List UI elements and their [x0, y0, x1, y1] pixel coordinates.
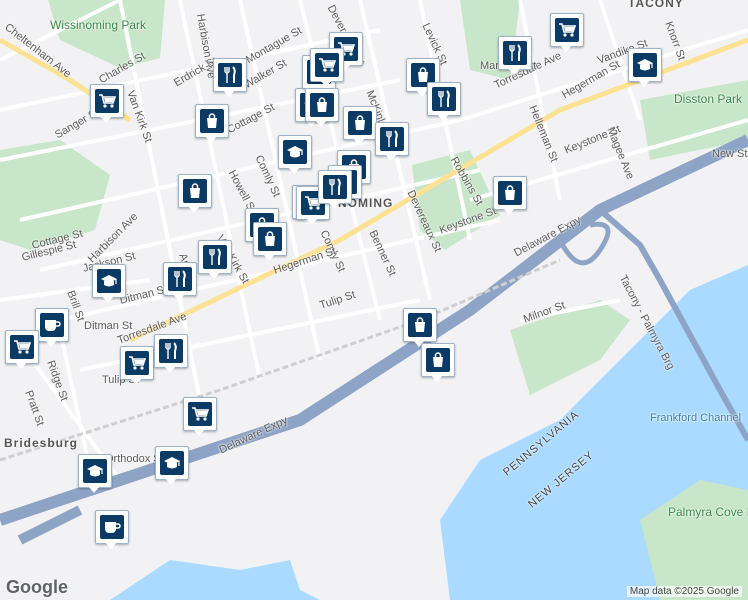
restaurant-icon — [503, 41, 527, 65]
grocery-cart-icon — [188, 402, 212, 426]
school-icon — [633, 53, 657, 77]
school-icon — [283, 140, 307, 164]
map-label-park: Disston Park — [674, 92, 743, 106]
map-marker-grocery-cart[interactable] — [183, 397, 217, 437]
map-marker-coffee[interactable] — [95, 510, 129, 550]
map-marker-restaurant[interactable] — [198, 240, 232, 280]
shopping-bag-icon — [426, 348, 450, 372]
restaurant-icon — [203, 245, 227, 269]
map-marker-shopping-bag[interactable] — [195, 104, 229, 144]
map-label-road: Ditman St — [84, 320, 133, 332]
grocery-cart-icon — [125, 351, 149, 375]
map-marker-school[interactable] — [78, 454, 112, 494]
map-marker-shopping-bag[interactable] — [178, 174, 212, 214]
map-marker-coffee[interactable] — [35, 308, 69, 348]
map-label-road: New St — [712, 148, 748, 160]
shopping-bag-icon — [310, 93, 334, 117]
grocery-cart-icon — [95, 89, 119, 113]
shopping-bag-icon — [200, 109, 224, 133]
map-marker-grocery-cart[interactable] — [550, 13, 584, 53]
restaurant-icon — [380, 127, 404, 151]
map-marker-school[interactable] — [628, 48, 662, 88]
google-logo: Google — [6, 577, 68, 597]
map-label-area: Bridesburg — [4, 436, 79, 450]
restaurant-icon — [432, 87, 456, 111]
map-marker-shopping-bag[interactable] — [403, 308, 437, 348]
map-marker-restaurant[interactable] — [427, 82, 461, 122]
map-marker-restaurant[interactable] — [498, 36, 532, 76]
map-marker-restaurant[interactable] — [318, 170, 352, 210]
school-icon — [160, 451, 184, 475]
school-icon — [97, 269, 121, 293]
coffee-icon — [100, 515, 124, 539]
restaurant-icon — [218, 63, 242, 87]
map-marker-shopping-bag[interactable] — [253, 222, 287, 262]
shopping-bag-icon — [348, 111, 372, 135]
map-marker-grocery-cart[interactable] — [120, 346, 154, 386]
map-label-park: Palmyra Cove Nature Park — [668, 505, 748, 519]
school-icon — [83, 459, 107, 483]
map-marker-school[interactable] — [92, 264, 126, 304]
map-marker-restaurant[interactable] — [213, 58, 247, 98]
shopping-bag-icon — [408, 313, 432, 337]
map-marker-restaurant[interactable] — [154, 334, 188, 374]
map-marker-grocery-cart[interactable] — [310, 48, 344, 88]
grocery-cart-icon — [555, 18, 579, 42]
map-marker-school[interactable] — [278, 135, 312, 175]
map-marker-restaurant[interactable] — [375, 122, 409, 162]
map-marker-school[interactable] — [155, 446, 189, 486]
map-marker-restaurant[interactable] — [163, 262, 197, 302]
restaurant-icon — [168, 267, 192, 291]
map-marker-shopping-bag[interactable] — [493, 176, 527, 216]
map-label-water: Frankford Channel — [650, 412, 742, 424]
map-canvas[interactable]: Wissinoming Park TACONY NOMING Disston Park… — [0, 0, 748, 600]
map-marker-shopping-bag[interactable] — [421, 343, 455, 383]
map-marker-grocery-cart[interactable] — [5, 330, 39, 370]
map-marker-grocery-cart[interactable] — [90, 84, 124, 124]
map-marker-shopping-bag[interactable] — [343, 106, 377, 146]
shopping-bag-icon — [498, 181, 522, 205]
grocery-cart-icon — [315, 53, 339, 77]
map-attribution: Map data ©2025 Google — [626, 586, 742, 597]
restaurant-icon — [323, 175, 347, 199]
grocery-cart-icon — [10, 335, 34, 359]
shopping-bag-icon — [258, 227, 282, 251]
map-marker-shopping-bag[interactable] — [305, 88, 339, 128]
map-label-park: Wissinoming Park — [50, 18, 147, 32]
restaurant-icon — [159, 339, 183, 363]
coffee-icon — [40, 313, 64, 337]
shopping-bag-icon — [183, 179, 207, 203]
map-label-area: TACONY — [628, 0, 684, 10]
